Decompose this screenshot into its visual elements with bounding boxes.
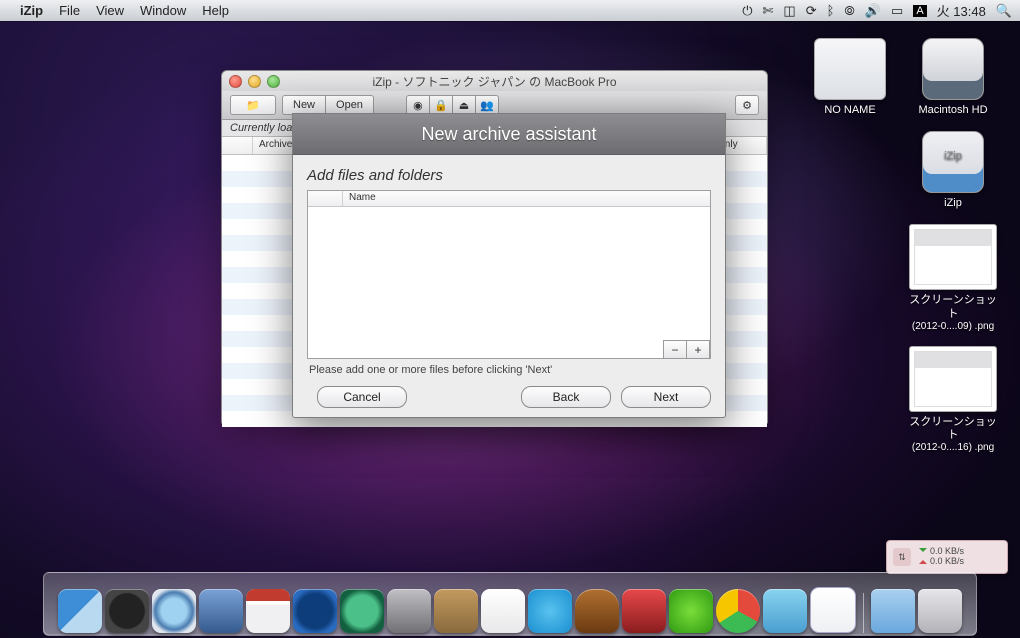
spotlight-icon[interactable]: 🔍	[996, 3, 1012, 19]
dock-paper-doc[interactable]	[810, 587, 856, 633]
dock-skype[interactable]	[528, 589, 572, 633]
bluetooth-icon[interactable]: ᛒ	[827, 3, 835, 18]
menu-file[interactable]: File	[59, 3, 80, 18]
new-button[interactable]: New	[282, 95, 325, 115]
input-source-icon[interactable]: A	[913, 5, 926, 17]
dock-finder[interactable]	[58, 589, 102, 633]
network-icon: ⇅	[893, 548, 911, 566]
dock-radio[interactable]	[575, 589, 619, 633]
dock-photo-booth[interactable]	[622, 589, 666, 633]
dock-separator	[863, 593, 864, 633]
network-meter[interactable]: ⇅ 0.0 KB/s 0.0 KB/s	[886, 540, 1008, 574]
open-button[interactable]: Open	[325, 95, 374, 115]
dock-dashboard[interactable]	[105, 589, 149, 633]
izip-volume[interactable]: iZip	[907, 131, 999, 210]
dock-itunes[interactable]	[293, 589, 337, 633]
upload-rate: 0.0 KB/s	[919, 557, 964, 567]
dock-text-doc[interactable]	[481, 589, 525, 633]
desktop-icons-col-2: Macintosh HD iZip スクリーンショット (2012-0....0…	[898, 38, 1008, 453]
screenshot-2[interactable]: スクリーンショット (2012-0....16) .png	[907, 346, 999, 453]
menu-window[interactable]: Window	[140, 3, 186, 18]
dock-downloads[interactable]	[871, 589, 915, 633]
new-archive-assistant-sheet: New archive assistant Add files and fold…	[292, 113, 726, 418]
remove-file-button[interactable]: −	[663, 340, 687, 359]
volume-icon[interactable]: 🔊	[865, 3, 881, 19]
window-titlebar[interactable]: iZip - ソフトニック ジャパン の MacBook Pro	[222, 71, 767, 91]
clock[interactable]: 火 13:48	[937, 1, 986, 20]
traffic-lights	[229, 75, 280, 88]
gear-icon-button[interactable]: ⚙	[735, 95, 759, 115]
dock-trash[interactable]	[918, 589, 962, 633]
close-button[interactable]	[229, 75, 242, 88]
dock-ical[interactable]	[246, 589, 290, 633]
window-title: iZip - ソフトニック ジャパン の MacBook Pro	[372, 73, 616, 90]
add-file-button[interactable]: +	[686, 340, 710, 359]
dock-chrome[interactable]	[716, 589, 760, 633]
sheet-subhead: Add files and folders	[307, 167, 711, 184]
power-icon[interactable]: ⏻	[742, 3, 752, 19]
sheet-title: New archive assistant	[293, 114, 725, 155]
dock-time-machine[interactable]	[340, 589, 384, 633]
menu-view[interactable]: View	[96, 3, 124, 18]
minimize-button[interactable]	[248, 75, 261, 88]
app-menu[interactable]: iZip	[20, 3, 43, 18]
dock	[43, 572, 977, 636]
col-blank2[interactable]	[308, 191, 343, 206]
screenshot-1[interactable]: スクリーンショット (2012-0....09) .png	[907, 224, 999, 331]
hint-text: Please add one or more files before clic…	[309, 364, 709, 376]
back-button[interactable]: Back	[521, 386, 611, 408]
battery-icon[interactable]: ▭	[891, 3, 903, 19]
dock-butterfly[interactable]	[763, 589, 807, 633]
zoom-button[interactable]	[267, 75, 280, 88]
dock-system-preferences[interactable]	[387, 589, 431, 633]
next-button[interactable]: Next	[621, 386, 711, 408]
dock-box-app[interactable]	[434, 589, 478, 633]
lock-icon-button[interactable]: 🔒	[429, 95, 452, 115]
col-name[interactable]: Name	[343, 191, 382, 206]
desktop-icons-col-1: NO NAME	[805, 38, 895, 117]
cube-icon[interactable]: ◫	[783, 3, 795, 19]
info-icon-button[interactable]: ◉	[406, 95, 429, 115]
col-blank[interactable]	[222, 137, 253, 154]
menu-help[interactable]: Help	[202, 3, 229, 18]
sync-icon[interactable]: ⟳	[806, 3, 817, 19]
macintosh-hd[interactable]: Macintosh HD	[907, 38, 999, 117]
folder-icon-button[interactable]: 📁	[230, 95, 276, 115]
menubar: iZip File View Window Help ⏻ ✄ ◫ ⟳ ᛒ ⦾ 🔊…	[0, 0, 1020, 21]
eject-icon-button[interactable]: ⏏	[452, 95, 475, 115]
users-icon-button[interactable]: 👥	[475, 95, 499, 115]
scissors-icon[interactable]: ✄	[763, 3, 774, 19]
file-list[interactable]: Name − +	[307, 190, 711, 359]
no-name-drive[interactable]: NO NAME	[804, 38, 896, 117]
wifi-icon[interactable]: ⦾	[844, 3, 854, 19]
dock-green-app[interactable]	[669, 589, 713, 633]
dock-mail[interactable]	[199, 589, 243, 633]
cancel-button[interactable]: Cancel	[317, 386, 407, 408]
dock-safari[interactable]	[152, 589, 196, 633]
